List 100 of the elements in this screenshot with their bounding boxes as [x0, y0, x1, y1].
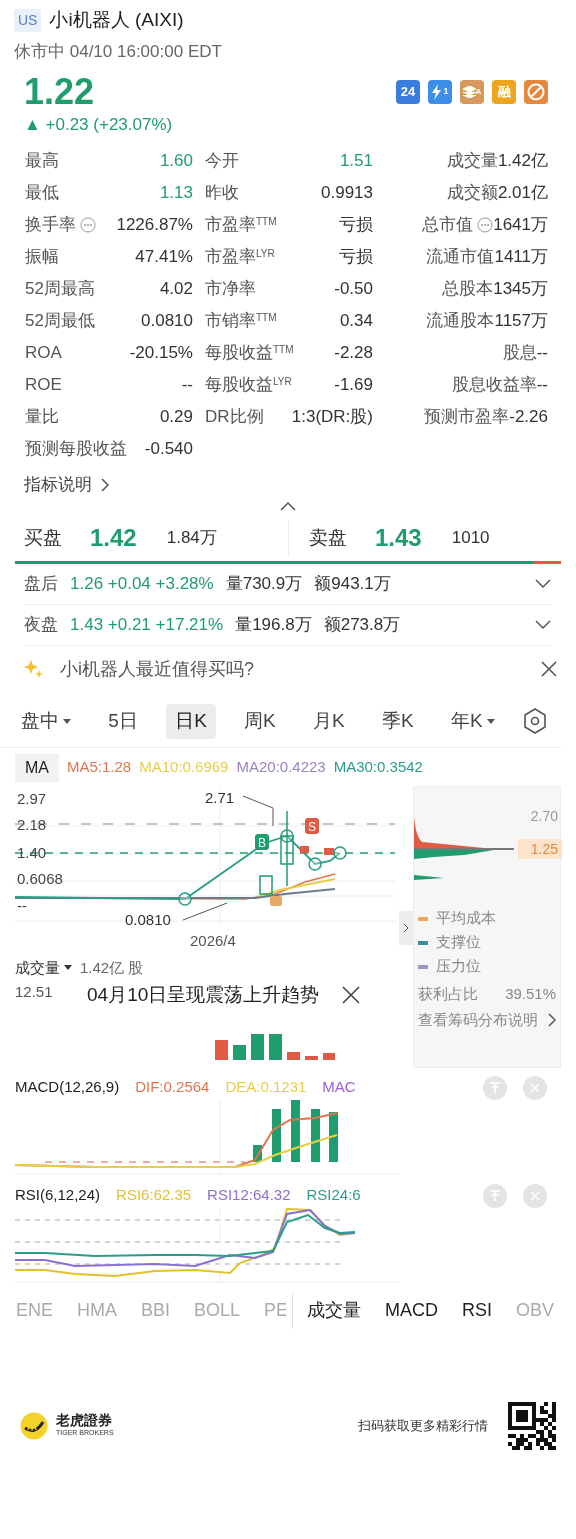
close-icon	[530, 1082, 540, 1093]
session-quote: 1.26 +0.04 +3.28%	[70, 573, 214, 596]
volume-bar	[323, 1052, 335, 1060]
profit-value: 39.51%	[505, 983, 556, 1004]
stat-label: 每股收益$^{LYR}$	[205, 374, 292, 397]
stat-value: 1641万	[493, 214, 548, 237]
profit-label: 获利占比	[418, 983, 478, 1004]
stat-value: -20.15%	[129, 342, 193, 365]
stat-label: 市净率	[205, 278, 256, 301]
date-label: 2026/4	[190, 931, 236, 949]
stat-label: 每股收益$^{TTM}$	[205, 342, 294, 365]
close-icon[interactable]	[341, 984, 362, 1005]
pivot-point	[308, 856, 322, 871]
last-price: 1.22	[24, 72, 96, 112]
high-label: 2.71	[205, 788, 235, 806]
stat-value: 1.42亿	[497, 150, 548, 173]
rsi-value: RSI6:62.35	[116, 1185, 192, 1206]
stat-value: --	[181, 374, 193, 397]
sparkle-icon	[24, 659, 44, 680]
stat-value: 4.02	[159, 278, 193, 301]
period-tab[interactable]: 周K	[235, 704, 285, 739]
volume-selector[interactable]: 成交量	[15, 956, 72, 980]
stat-label: 量比	[25, 406, 59, 429]
settings-icon[interactable]	[523, 708, 547, 735]
stat-label: 成交量	[446, 150, 498, 173]
rsi-value: RSI24:6	[306, 1185, 361, 1206]
ma-button[interactable]: MA	[15, 753, 59, 782]
period-tab[interactable]: 5日	[99, 704, 147, 739]
indicator-guide-link[interactable]: 指标说明	[24, 472, 92, 498]
volume-bar	[269, 1033, 282, 1060]
chevron-up-icon[interactable]	[279, 501, 297, 512]
stat-label: 市盈率$^{LYR}$	[205, 246, 275, 269]
leader-line	[182, 902, 228, 921]
stat-label: 52周最低	[25, 310, 95, 333]
volume-bar	[305, 1055, 318, 1060]
stat-label: 昨收	[205, 182, 239, 205]
rsi-value: RSI12:64.32	[207, 1185, 291, 1206]
stat-value: 亏损	[339, 246, 373, 269]
buy-marker: B	[255, 833, 269, 850]
stat-label: 预测每股收益	[25, 438, 127, 461]
volume-total: 1.42亿 股	[80, 957, 144, 978]
ma-value: MA5:1.28	[67, 757, 132, 778]
volume-bar	[215, 1039, 228, 1060]
stat-value: 0.9913	[321, 182, 373, 205]
pin-top-icon	[489, 1189, 501, 1202]
stat-value: -2.26	[509, 406, 548, 429]
stat-label: 流通市值	[426, 246, 495, 269]
stat-label: 52周最高	[25, 278, 95, 301]
stat-label: 市销率$^{TTM}$	[205, 310, 277, 333]
chevron-down-icon[interactable]	[534, 578, 552, 591]
indicator-tab[interactable]: MACD	[385, 1297, 438, 1325]
chevron-right-icon	[403, 922, 409, 933]
stat-label: DR比例	[205, 406, 264, 429]
chevron-right-icon[interactable]	[100, 477, 110, 494]
indicator-tab[interactable]: RSI	[462, 1297, 492, 1325]
period-tab[interactable]: 月K	[304, 704, 354, 739]
market-badge: US	[14, 8, 42, 32]
macd-bar	[272, 1108, 281, 1162]
candle	[324, 847, 334, 855]
clock-badge-icon[interactable]: 24	[396, 80, 420, 104]
session-amount: 额943.1万	[314, 573, 391, 596]
session-volume: 量196.8万	[235, 614, 312, 637]
axis-label: 1.40	[17, 843, 47, 861]
session-label: 盘后	[24, 573, 58, 596]
prohibited-icon[interactable]	[524, 80, 548, 104]
period-tab[interactable]: 盘中	[12, 704, 80, 739]
stat-label: 流通股本	[426, 310, 495, 333]
ai-question-link[interactable]: 小i机器人最近值得买吗?	[60, 655, 524, 683]
axis-label: 2.18	[17, 815, 47, 833]
caret-down-icon	[64, 965, 72, 971]
indicator-tab[interactable]: 成交量	[307, 1297, 361, 1325]
stat-value: 亏损	[339, 214, 373, 237]
scan-prompt: 扫码获取更多精彩行情	[358, 1416, 488, 1435]
stat-value: 0.34	[339, 310, 373, 333]
period-tab[interactable]: 日K	[166, 704, 216, 739]
stat-value: 1157万	[494, 310, 548, 333]
stat-label: 预测市盈率	[424, 406, 510, 429]
stat-value: -1.69	[334, 374, 373, 397]
price-change: ▲ +0.23 (+23.07%)	[24, 113, 173, 136]
chevron-down-icon[interactable]	[534, 619, 552, 632]
stat-label: 总股本	[442, 278, 494, 301]
stat-value: 1.60	[159, 150, 193, 173]
macd-value: MAC	[322, 1077, 356, 1098]
close-icon[interactable]	[540, 660, 558, 679]
ask-price: 1.43	[375, 523, 422, 554]
ask-size: 1010	[451, 527, 490, 550]
period-tab[interactable]: 年K	[442, 704, 504, 739]
period-tab[interactable]: 季K	[373, 704, 423, 739]
bid-size: 1.84万	[166, 527, 217, 550]
candle	[300, 845, 309, 853]
bid-label: 买盘	[24, 525, 62, 550]
expand-handle[interactable]	[399, 910, 413, 945]
stat-value: 47.41%	[135, 246, 193, 269]
chevron-right-icon[interactable]	[548, 1013, 556, 1028]
rsi-title: RSI(6,12,24)	[15, 1185, 101, 1206]
volume-bar	[287, 1051, 300, 1060]
stat-value: 0.29	[159, 406, 193, 429]
session-amount: 额273.8万	[323, 614, 401, 637]
ma-value: MA10:0.6969	[139, 757, 229, 778]
leader-line	[242, 795, 274, 827]
